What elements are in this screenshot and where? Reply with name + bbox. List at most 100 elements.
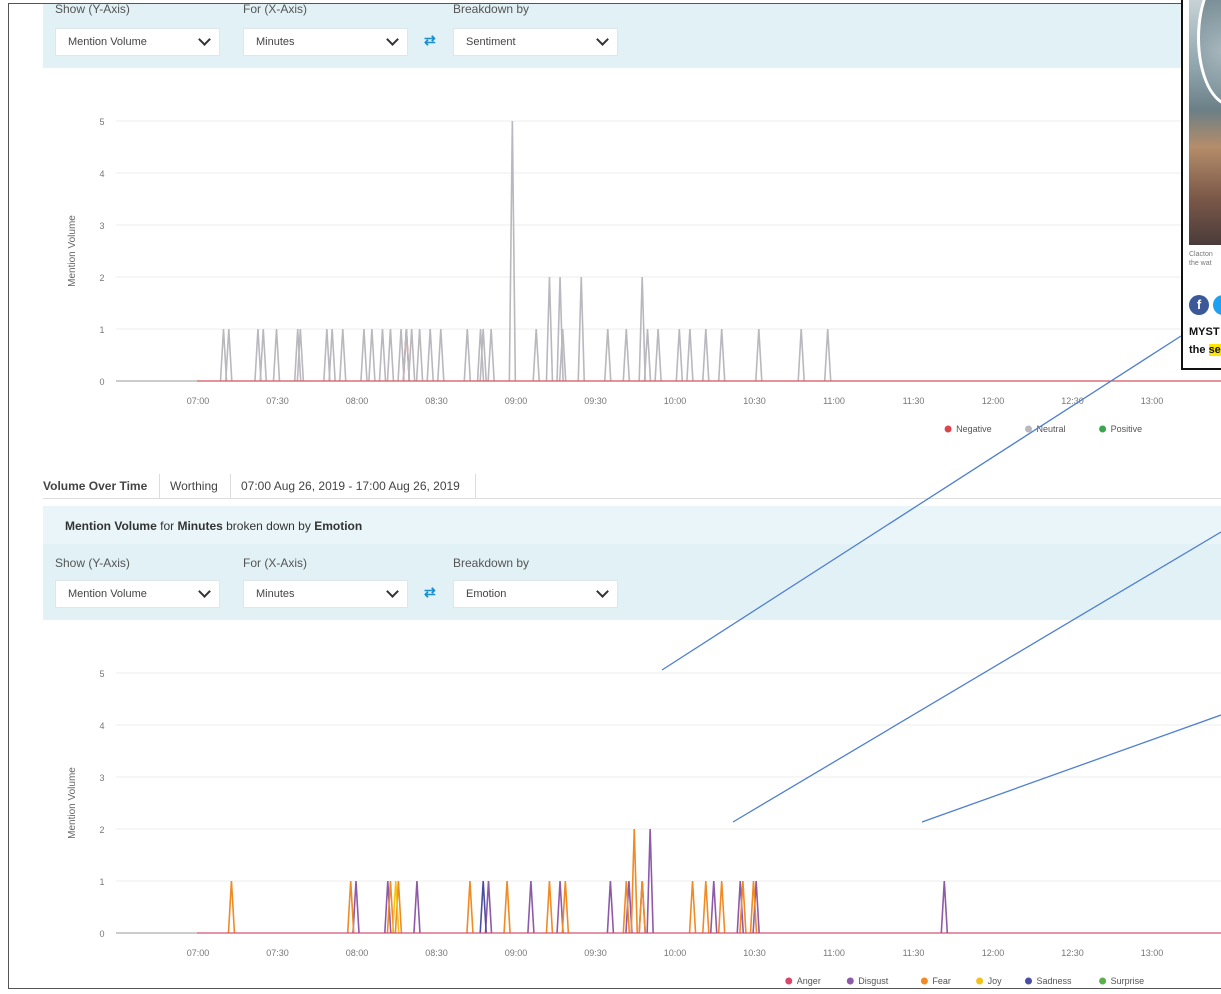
chevron-down-icon [198,585,211,598]
dashboard-frame: Show (Y-Axis) For (X-Axis) Breakdown by … [8,3,1221,989]
y-tick-label: 5 [99,669,104,679]
x-tick-label: 12:30 [1061,396,1084,406]
swap-axes-icon[interactable]: ⇄ [424,584,436,601]
legend-label: Sadness [1037,976,1073,986]
legend-marker [1099,977,1107,985]
data-spike [643,328,652,382]
x-tick-label: 12:00 [982,396,1005,406]
data-spike [606,880,615,934]
x-tick-label: 12:00 [982,948,1005,958]
legend-label: Neutral [1037,424,1066,434]
data-spike [225,328,233,382]
x-tick-label: 07:30 [266,396,289,406]
chevron-down-icon [386,585,399,598]
x-axis-select-value: Minutes [256,36,295,48]
breakdown-select[interactable]: Sentiment [453,28,618,56]
data-spike [272,328,281,382]
data-spike [503,880,511,934]
y-tick-label: 2 [99,273,104,283]
data-spike [527,880,535,934]
series-neutral [219,120,832,382]
y-axis-select-value: Mention Volume [68,588,147,600]
x-tick-label: 09:30 [584,396,607,406]
legend-label: Positive [1111,424,1143,434]
data-spike [940,880,949,934]
legend-marker [785,977,793,985]
tab-bar: Volume Over Time Worthing 07:00 Aug 26, … [43,474,1221,499]
x-tick-label: 10:30 [743,948,766,958]
x-axis-select[interactable]: Minutes [243,580,408,608]
data-spike [702,880,710,934]
data-spike [532,328,540,382]
y-tick-label: 4 [99,169,104,179]
bottom-controls-panel: Show (Y-Axis) For (X-Axis) Breakdown by … [43,544,1221,620]
y-tick-label: 4 [99,721,104,731]
data-spike [545,880,554,934]
article-headline: MYST the se [1189,326,1221,356]
data-spike [466,880,474,934]
y-tick-label: 0 [99,377,104,387]
for-x-axis-label: For (X-Axis) [243,556,307,570]
breakdown-by-label: Breakdown by [453,3,530,16]
tab-location[interactable]: Worthing [160,474,231,498]
legend-marker [1025,425,1032,433]
chevron-down-icon [198,33,211,46]
data-spike [259,328,268,382]
emotion-chart: 0 1 2 3 4 5 Mention Volume 07:00 07:30 08:00 08:30… [67,669,1221,986]
legend-marker [1025,977,1032,985]
data-spike [426,328,434,382]
x-tick-label: 11:30 [903,396,925,406]
breakdown-select-value: Sentiment [466,36,516,48]
breakdown-select[interactable]: Emotion [453,580,618,608]
y-tick-label: 1 [99,877,104,887]
data-spike [479,880,487,934]
x-tick-label: 13:00 [1141,948,1164,958]
data-spike [717,880,726,934]
legend-marker [846,977,854,985]
tab-volume-over-time[interactable]: Volume Over Time [43,474,160,498]
tab-date-range[interactable]: 07:00 Aug 26, 2019 - 17:00 Aug 26, 2019 [231,474,476,498]
legend-marker [944,425,952,433]
x-tick-label: 09:30 [584,948,607,958]
data-spike [227,880,236,934]
y-tick-label: 3 [99,221,104,231]
data-spike [638,880,646,934]
legend-label: Surprise [1111,976,1145,986]
data-spike [346,880,355,934]
x-tick-label: 12:30 [1061,948,1084,958]
data-spike [407,328,416,382]
y-axis-select[interactable]: Mention Volume [55,580,220,608]
y-axis-select[interactable]: Mention Volume [55,28,220,56]
sentiment-chart: 0 1 2 3 4 5 Mention Volume 07:00 07:30 08:00 08:30… [67,117,1221,434]
data-spike [328,328,336,382]
twitter-share-icon[interactable] [1213,295,1221,315]
x-tick-label: 11:00 [823,948,845,958]
y-axis-label: Mention Volume [67,767,78,839]
data-spike [622,328,631,382]
top-controls-panel: Show (Y-Axis) For (X-Axis) Breakdown by … [43,4,1221,68]
chevron-down-icon [596,33,609,46]
bottom-chart-header: Mention Volume for Minutes broken down b… [43,506,1221,544]
data-spike [463,328,472,382]
x-axis-select[interactable]: Minutes [243,28,408,56]
data-spike [368,328,376,382]
data-spike [654,328,662,382]
data-spike [702,328,710,382]
x-tick-label: 11:30 [903,948,925,958]
swap-axes-icon[interactable]: ⇄ [424,32,436,49]
chevron-down-icon [386,33,399,46]
bottom-chart-title: Mention Volume for Minutes broken down b… [65,519,363,533]
facebook-share-icon[interactable]: f [1189,295,1209,315]
breakdown-select-value: Emotion [466,588,507,600]
y-tick-label: 1 [99,325,104,335]
x-tick-label: 08:30 [425,948,448,958]
data-spike [755,328,763,382]
data-spike [415,328,424,382]
data-spike [487,328,495,382]
data-spike [688,880,697,934]
legend-label: Fear [932,976,951,986]
x-tick-label: 07:00 [187,948,210,958]
x-tick-label: 10:00 [664,948,687,958]
show-y-axis-label: Show (Y-Axis) [55,3,130,16]
x-tick-label: 10:00 [664,396,687,406]
